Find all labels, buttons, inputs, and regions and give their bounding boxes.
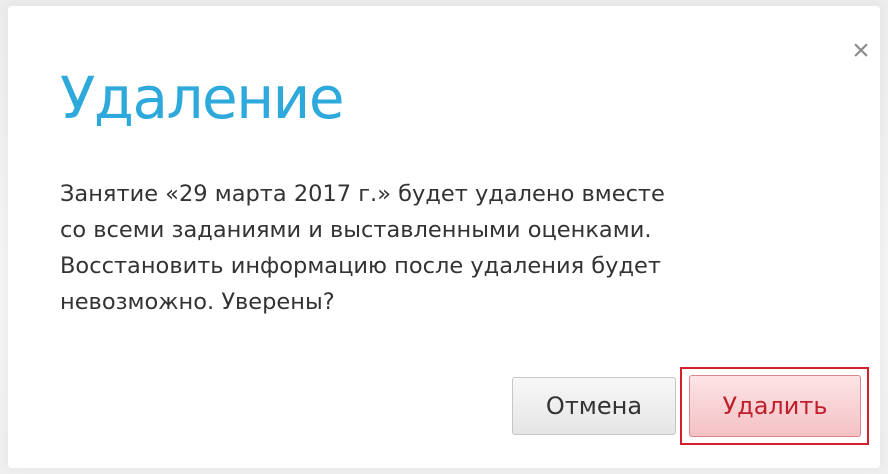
close-icon[interactable]: × (848, 36, 874, 66)
dialog-message: Занятие «29 марта 2017 г.» будет удалено… (60, 176, 860, 320)
delete-button[interactable]: Удалить (689, 375, 861, 437)
message-line: Занятие «29 марта 2017 г.» будет удалено… (60, 181, 665, 207)
message-line: Восстановить информацию после удаления б… (60, 253, 661, 279)
dialog-title: Удаление (60, 64, 345, 132)
cancel-button[interactable]: Отмена (512, 377, 676, 435)
delete-confirmation-dialog: × Удаление Занятие «29 марта 2017 г.» бу… (8, 6, 880, 468)
message-line: со всеми заданиями и выставленными оценк… (60, 217, 652, 243)
message-line: невозможно. Уверены? (60, 289, 335, 315)
